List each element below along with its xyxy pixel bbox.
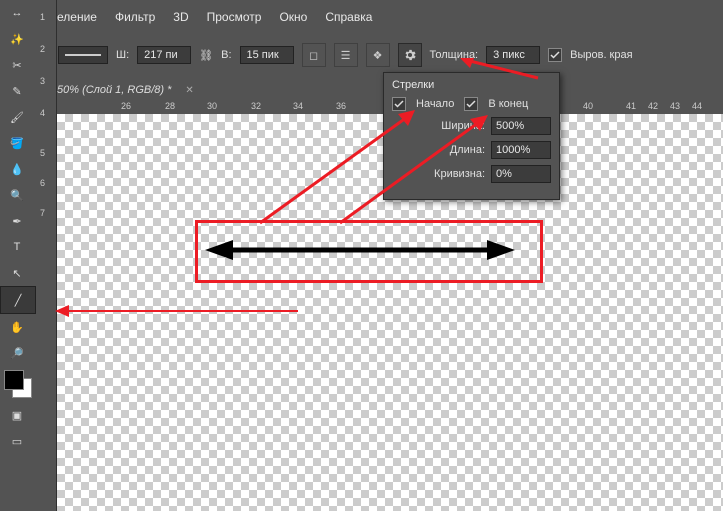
pen-tool-icon[interactable]: ✒ [0, 208, 34, 234]
menu-item[interactable]: Справка [325, 10, 372, 24]
menu-item[interactable]: Просмотр [207, 10, 262, 24]
hand-tool-icon[interactable]: ✋ [0, 314, 34, 340]
options-bar: Ш: ⛓ В: ◻ ☰ ❖ Толщина: Выров. края [58, 40, 633, 70]
menu-item[interactable]: 3D [173, 10, 188, 24]
move-tool-icon[interactable]: ↔ [0, 0, 34, 26]
link-icon[interactable]: ⛓ [199, 49, 213, 62]
menu-item[interactable]: Окно [279, 10, 307, 24]
document-tab[interactable]: 50% (Слой 1, RGB/8) * ✕ [57, 78, 194, 102]
width-label: Ш: [116, 49, 129, 61]
crop-tool-icon[interactable]: ✂ [0, 52, 34, 78]
width-input[interactable] [137, 46, 191, 64]
height-input[interactable] [240, 46, 294, 64]
screenmode-icon[interactable]: ▭ [0, 428, 34, 454]
heal-tool-icon[interactable]: ✎ [0, 78, 34, 104]
tool-column: ↔ ✨ ✂ ✎ 🖌 🪣 💧 🔍 ✒ T ↖ ╱ ✋ 🔎 ▣ ▭ [0, 0, 37, 511]
brush-tool-icon[interactable]: 🖌 [0, 104, 34, 130]
zoom-tool-icon[interactable]: 🔎 [0, 340, 34, 366]
align-icon[interactable]: ☰ [334, 43, 358, 67]
align-edges-checkbox[interactable] [548, 48, 562, 62]
annotation-arrow [55, 303, 300, 319]
popup-curve-input[interactable] [491, 165, 551, 183]
wand-tool-icon[interactable]: ✨ [0, 26, 34, 52]
popup-title: Стрелки [392, 79, 551, 91]
gear-icon[interactable] [398, 43, 422, 67]
color-swatch[interactable] [4, 370, 32, 398]
annotation-arrow [340, 115, 488, 225]
square-icon[interactable]: ◻ [302, 43, 326, 67]
start-checkbox[interactable] [392, 97, 406, 111]
annotation-arrow [460, 58, 540, 80]
close-icon[interactable]: ✕ [185, 85, 193, 96]
start-label: Начало [416, 98, 454, 110]
line-tool-icon[interactable]: ╱ [0, 286, 36, 314]
align-edges-label: Выров. края [570, 49, 632, 61]
menu-item[interactable]: Фильтр [115, 10, 155, 24]
ruler-vertical: 1 2 3 4 5 6 7 [36, 0, 57, 511]
menu-bar: еление Фильтр 3D Просмотр Окно Справка [57, 10, 372, 24]
end-label: В конец [488, 98, 528, 110]
menu-item[interactable]: еление [57, 10, 97, 24]
quickmask-icon[interactable]: ▣ [0, 402, 34, 428]
blur-tool-icon[interactable]: 💧 [0, 156, 34, 182]
tab-title: 50% (Слой 1, RGB/8) * [57, 84, 171, 96]
annotation-highlight-box [195, 220, 543, 283]
path-tool-icon[interactable]: ↖ [0, 260, 34, 286]
arrange-icon[interactable]: ❖ [366, 43, 390, 67]
bucket-tool-icon[interactable]: 🪣 [0, 130, 34, 156]
popup-width-input[interactable] [491, 117, 551, 135]
type-tool-icon[interactable]: T [0, 234, 34, 260]
stroke-preview[interactable] [58, 46, 108, 64]
end-checkbox[interactable] [464, 97, 478, 111]
height-label: В: [221, 49, 231, 61]
foreground-color[interactable] [4, 370, 24, 390]
dodge-tool-icon[interactable]: 🔍 [0, 182, 34, 208]
popup-length-input[interactable] [491, 141, 551, 159]
